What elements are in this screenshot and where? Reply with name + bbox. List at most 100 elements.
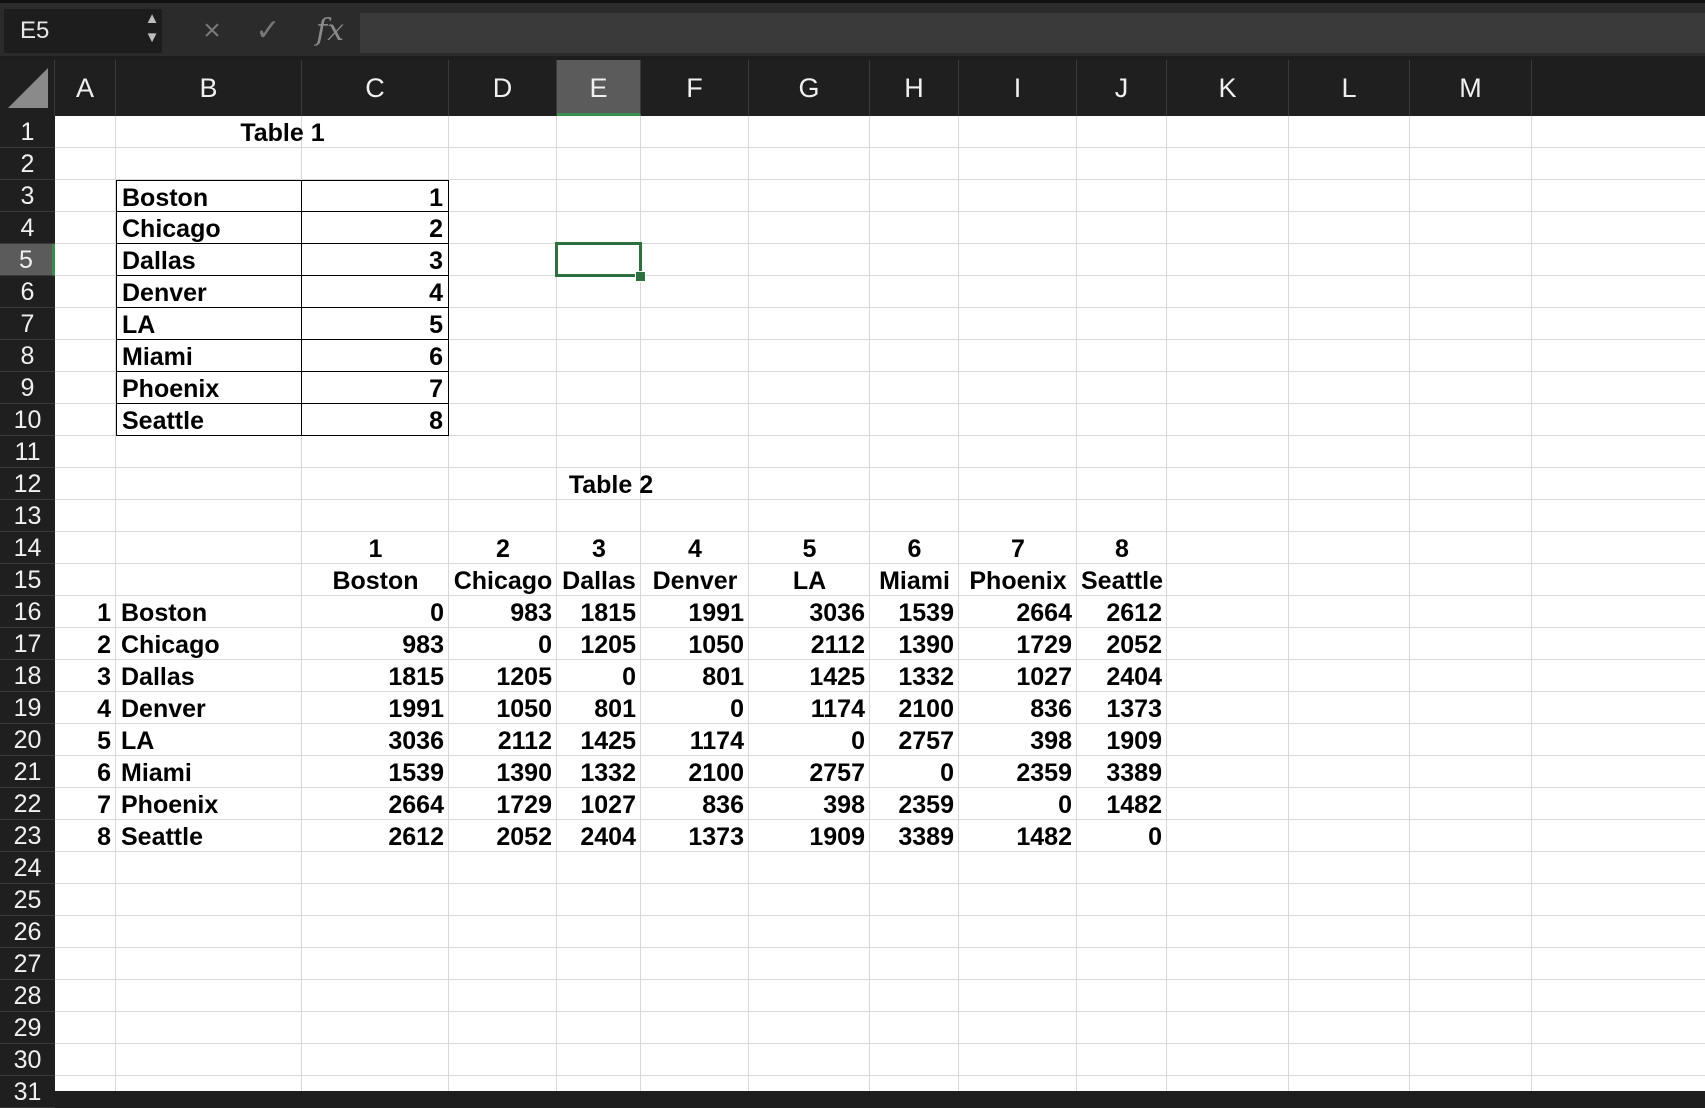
- table2-distance-cell[interactable]: 0: [641, 692, 749, 724]
- row-header-1[interactable]: 1: [0, 116, 55, 148]
- table2-col-name[interactable]: Denver: [641, 564, 749, 596]
- table1-id-cell[interactable]: 5: [302, 308, 449, 340]
- table1-id-cell[interactable]: 4: [302, 276, 449, 308]
- table2-row-id[interactable]: 1: [55, 596, 116, 628]
- row-header-8[interactable]: 8: [0, 340, 55, 372]
- table2-col-name[interactable]: Boston: [302, 564, 449, 596]
- table2-distance-cell[interactable]: 1332: [870, 660, 959, 692]
- row-header-22[interactable]: 22: [0, 788, 55, 820]
- table2-distance-cell[interactable]: 2664: [959, 596, 1077, 628]
- row-header-29[interactable]: 29: [0, 1012, 55, 1044]
- table2-col-id[interactable]: 2: [449, 532, 557, 564]
- table1-city-cell[interactable]: Denver: [116, 276, 302, 308]
- table2-distance-cell[interactable]: 1991: [302, 692, 449, 724]
- table1-id-cell[interactable]: 8: [302, 404, 449, 436]
- table2-col-name[interactable]: Phoenix: [959, 564, 1077, 596]
- row-header-21[interactable]: 21: [0, 756, 55, 788]
- table2-row-id[interactable]: 8: [55, 820, 116, 852]
- select-all-button[interactable]: [0, 60, 55, 116]
- enter-check-icon[interactable]: ✓: [250, 9, 286, 53]
- table2-col-name[interactable]: LA: [749, 564, 870, 596]
- table2-distance-cell[interactable]: 0: [1077, 820, 1167, 852]
- row-header-12[interactable]: 12: [0, 468, 55, 500]
- row-header-16[interactable]: 16: [0, 596, 55, 628]
- table2-distance-cell[interactable]: 1174: [641, 724, 749, 756]
- column-header-m[interactable]: M: [1410, 60, 1532, 116]
- table2-distance-cell[interactable]: 801: [641, 660, 749, 692]
- table2-distance-cell[interactable]: 3389: [1077, 756, 1167, 788]
- table2-distance-cell[interactable]: 3036: [302, 724, 449, 756]
- table2-distance-cell[interactable]: 1050: [449, 692, 557, 724]
- table2-distance-cell[interactable]: 2404: [1077, 660, 1167, 692]
- table1-city-cell[interactable]: Miami: [116, 340, 302, 372]
- column-header-j[interactable]: J: [1077, 60, 1167, 116]
- table2-row-id[interactable]: 4: [55, 692, 116, 724]
- cell-area[interactable]: Table 1 Boston 1 Chicago 2 Dallas 3 Denver 4 LA 5 M…: [55, 116, 1705, 1091]
- table2-distance-cell[interactable]: 398: [959, 724, 1077, 756]
- column-header-f[interactable]: F: [641, 60, 749, 116]
- table2-row-id[interactable]: 6: [55, 756, 116, 788]
- row-header-30[interactable]: 30: [0, 1044, 55, 1076]
- column-header-l[interactable]: L: [1289, 60, 1410, 116]
- table2-col-id[interactable]: 7: [959, 532, 1077, 564]
- table2-distance-cell[interactable]: 2404: [557, 820, 641, 852]
- table2-col-id[interactable]: 8: [1077, 532, 1167, 564]
- row-header-27[interactable]: 27: [0, 948, 55, 980]
- table2-row-city[interactable]: Miami: [116, 756, 302, 788]
- table1-city-cell[interactable]: Dallas: [116, 244, 302, 276]
- table2-col-id[interactable]: 3: [557, 532, 641, 564]
- table2-distance-cell[interactable]: 983: [302, 628, 449, 660]
- fill-handle[interactable]: [635, 271, 646, 282]
- table2-row-city[interactable]: LA: [116, 724, 302, 756]
- table2-distance-cell[interactable]: 1332: [557, 756, 641, 788]
- table2-col-id[interactable]: 4: [641, 532, 749, 564]
- column-header-e[interactable]: E: [557, 60, 641, 116]
- column-header-b[interactable]: B: [116, 60, 302, 116]
- selected-cell-outline[interactable]: [555, 242, 642, 277]
- table2-distance-cell[interactable]: 1373: [1077, 692, 1167, 724]
- table2-distance-cell[interactable]: 2359: [959, 756, 1077, 788]
- table2-distance-cell[interactable]: 2052: [449, 820, 557, 852]
- table2-distance-cell[interactable]: 2664: [302, 788, 449, 820]
- row-header-20[interactable]: 20: [0, 724, 55, 756]
- table2-distance-cell[interactable]: 1390: [870, 628, 959, 660]
- table2-distance-cell[interactable]: 2112: [449, 724, 557, 756]
- table2-distance-cell[interactable]: 0: [449, 628, 557, 660]
- name-box-stepper-icon[interactable]: ▲ ▼: [140, 9, 164, 53]
- column-header-h[interactable]: H: [870, 60, 959, 116]
- table2-distance-cell[interactable]: 2100: [870, 692, 959, 724]
- formula-input[interactable]: [360, 13, 1705, 53]
- table2-distance-cell[interactable]: 983: [449, 596, 557, 628]
- table1-title[interactable]: Table 1: [116, 116, 449, 148]
- table2-distance-cell[interactable]: 2757: [749, 756, 870, 788]
- table2-distance-cell[interactable]: 1539: [302, 756, 449, 788]
- table2-distance-cell[interactable]: 398: [749, 788, 870, 820]
- column-header-g[interactable]: G: [749, 60, 870, 116]
- table2-distance-cell[interactable]: 836: [959, 692, 1077, 724]
- row-header-10[interactable]: 10: [0, 404, 55, 436]
- table2-distance-cell[interactable]: 2612: [302, 820, 449, 852]
- table2-distance-cell[interactable]: 3036: [749, 596, 870, 628]
- table2-row-id[interactable]: 7: [55, 788, 116, 820]
- table2-distance-cell[interactable]: 2757: [870, 724, 959, 756]
- name-box[interactable]: E5: [4, 9, 162, 53]
- table2-distance-cell[interactable]: 2359: [870, 788, 959, 820]
- table2-row-id[interactable]: 5: [55, 724, 116, 756]
- row-header-6[interactable]: 6: [0, 276, 55, 308]
- table2-distance-cell[interactable]: 801: [557, 692, 641, 724]
- table1-id-cell[interactable]: 6: [302, 340, 449, 372]
- table2-distance-cell[interactable]: 1539: [870, 596, 959, 628]
- table2-distance-cell[interactable]: 1729: [959, 628, 1077, 660]
- row-header-7[interactable]: 7: [0, 308, 55, 340]
- table2-title[interactable]: Table 2: [55, 468, 1167, 500]
- table2-row-id[interactable]: 3: [55, 660, 116, 692]
- table2-distance-cell[interactable]: 1390: [449, 756, 557, 788]
- table2-distance-cell[interactable]: 0: [749, 724, 870, 756]
- row-header-15[interactable]: 15: [0, 564, 55, 596]
- table2-distance-cell[interactable]: 3389: [870, 820, 959, 852]
- row-header-23[interactable]: 23: [0, 820, 55, 852]
- row-header-2[interactable]: 2: [0, 148, 55, 180]
- column-header-i[interactable]: I: [959, 60, 1077, 116]
- row-header-26[interactable]: 26: [0, 916, 55, 948]
- table2-distance-cell[interactable]: 1425: [557, 724, 641, 756]
